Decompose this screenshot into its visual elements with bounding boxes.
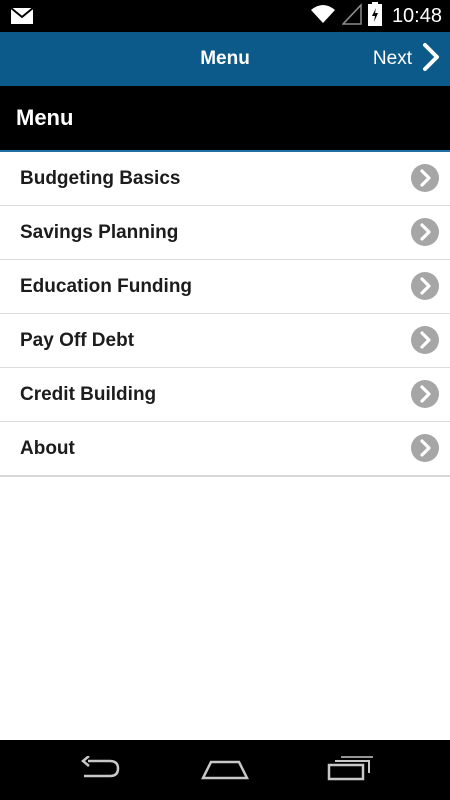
chevron-circle-icon xyxy=(411,218,439,246)
menu-item-label: Pay Off Debt xyxy=(20,330,135,351)
status-time: 10:48 xyxy=(391,4,442,27)
menu-item-label: Credit Building xyxy=(20,384,157,405)
status-indicators: 10:48 xyxy=(310,0,442,32)
menu-item-credit-building[interactable]: Credit Building xyxy=(0,368,450,422)
back-icon xyxy=(78,754,122,785)
chevron-circle-icon xyxy=(411,380,439,408)
menu-item-label: Budgeting Basics xyxy=(20,168,181,189)
menu-item-education-funding[interactable]: Education Funding xyxy=(0,260,450,314)
menu-item-label: Education Funding xyxy=(20,276,193,297)
home-button[interactable] xyxy=(180,740,270,800)
chevron-circle-icon xyxy=(411,434,439,462)
menu-item-pay-off-debt[interactable]: Pay Off Debt xyxy=(0,314,450,368)
mail-icon xyxy=(10,7,34,30)
section-title: Menu xyxy=(16,105,74,130)
menu-item-label: Savings Planning xyxy=(20,222,179,243)
chevron-right-icon xyxy=(420,42,442,77)
section-header: Menu xyxy=(0,86,450,152)
signal-icon xyxy=(341,2,362,30)
action-bar: Menu Next xyxy=(0,32,450,86)
menu-item-budgeting-basics[interactable]: Budgeting Basics xyxy=(0,152,450,206)
menu-item-savings-planning[interactable]: Savings Planning xyxy=(0,206,450,260)
menu-item-label: About xyxy=(20,438,75,459)
battery-icon xyxy=(367,1,382,31)
wifi-icon xyxy=(310,3,336,30)
chevron-circle-icon xyxy=(411,164,439,192)
menu-list: Budgeting Basics Savings Planning Educat… xyxy=(0,152,450,477)
next-label: Next xyxy=(372,48,412,69)
status-bar: 10:48 xyxy=(0,0,450,32)
home-icon xyxy=(200,756,250,785)
next-button[interactable]: Next xyxy=(373,32,442,86)
navigation-bar xyxy=(0,740,450,800)
back-button[interactable] xyxy=(55,740,145,800)
chevron-circle-icon xyxy=(411,326,439,354)
chevron-circle-icon xyxy=(411,272,439,300)
recent-apps-icon xyxy=(327,755,373,786)
recent-apps-button[interactable] xyxy=(305,740,395,800)
menu-item-about[interactable]: About xyxy=(0,422,450,477)
